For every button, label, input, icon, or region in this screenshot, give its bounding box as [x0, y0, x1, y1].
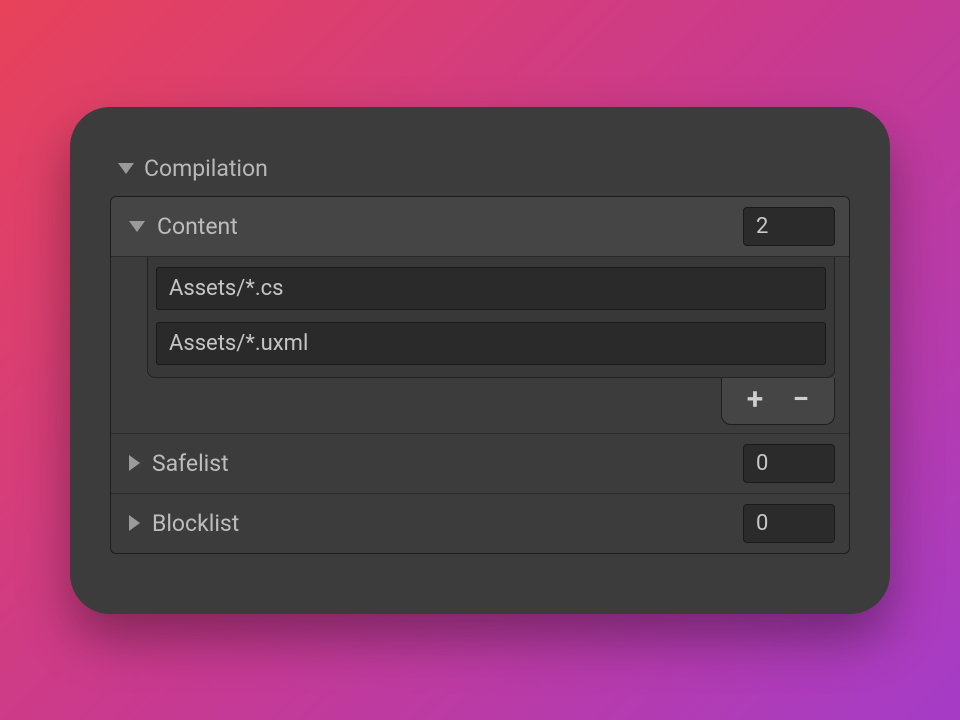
chevron-down-icon [129, 221, 145, 232]
content-label: Content [157, 213, 238, 240]
chevron-right-icon [129, 515, 140, 531]
content-count: 2 [743, 207, 835, 246]
content-path-input-1[interactable] [156, 322, 826, 365]
safelist-label: Safelist [152, 450, 229, 477]
blocklist-foldout-header[interactable]: Blocklist 0 [111, 493, 849, 553]
add-button[interactable]: + [732, 382, 778, 418]
compilation-foldout-header[interactable]: Compilation [110, 155, 850, 182]
compilation-group: Content 2 + − Safelist [110, 196, 850, 554]
chevron-right-icon [129, 455, 140, 471]
blocklist-count: 0 [743, 504, 835, 543]
chevron-down-icon [118, 163, 134, 174]
compilation-title: Compilation [144, 155, 268, 182]
inspector-panel: Compilation Content 2 + − [70, 107, 890, 614]
content-button-bar: + − [721, 378, 835, 425]
safelist-foldout-header[interactable]: Safelist 0 [111, 433, 849, 493]
plus-icon: + [747, 385, 764, 415]
content-list [147, 257, 835, 378]
minus-icon: − [793, 385, 810, 415]
content-button-bar-wrap: + − [111, 378, 849, 433]
content-foldout-header[interactable]: Content 2 [111, 197, 849, 257]
blocklist-label: Blocklist [152, 510, 239, 537]
safelist-count: 0 [743, 444, 835, 483]
remove-button[interactable]: − [778, 382, 824, 418]
content-path-input-0[interactable] [156, 267, 826, 310]
